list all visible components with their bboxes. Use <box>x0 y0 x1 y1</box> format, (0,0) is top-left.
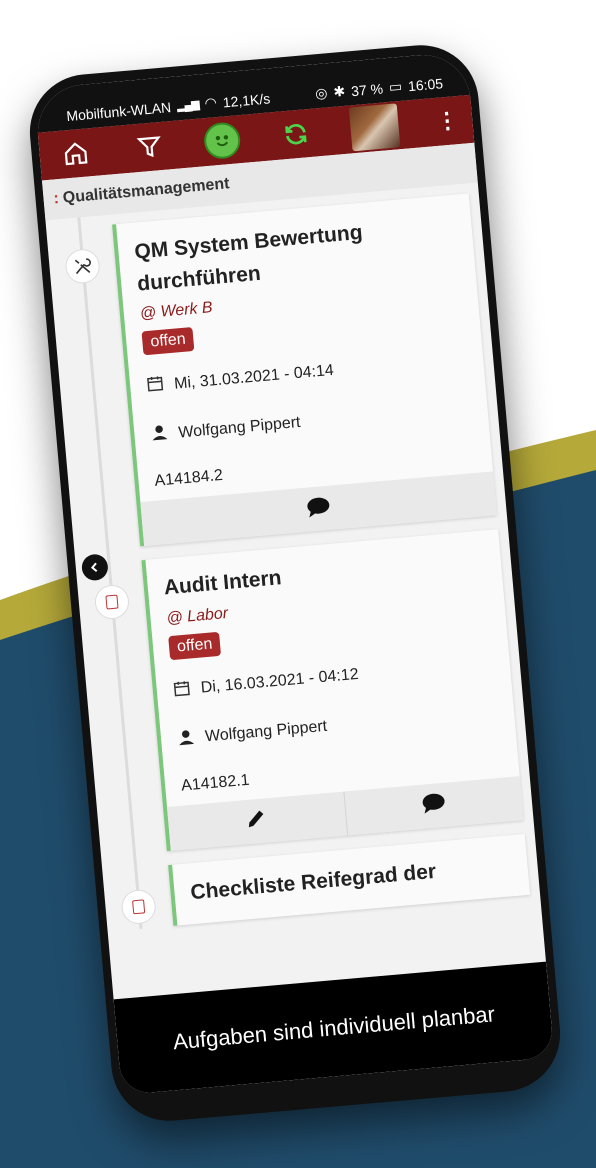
breadcrumb-prefix: : <box>52 190 60 208</box>
battery-label: 37 % <box>350 79 384 99</box>
task-title: Checkliste Reifegrad der <box>189 859 437 904</box>
task-card[interactable]: QM System Bewertung durchführen @ Werk B… <box>112 193 497 547</box>
speed-label: 12,1K/s <box>222 89 271 110</box>
promo-banner: Aufgaben sind individuell planbar <box>113 961 555 1096</box>
app-screen: Mobilfunk-WLAN ▂▄▆ ◠ 12,1K/s ◎ ✱ 37 % ▭ … <box>33 51 555 1096</box>
task-person: Wolfgang Pippert <box>177 413 302 442</box>
task-timeline: QM System Bewertung durchführen @ Werk B… <box>45 183 540 932</box>
task-card[interactable]: Audit Intern @ Labor offen Di, 16.03.202… <box>141 529 524 851</box>
calendar-icon <box>145 374 165 398</box>
person-icon <box>176 727 196 751</box>
more-icon[interactable]: ⋮ <box>435 107 459 134</box>
task-datetime: Di, 16.03.2021 - 04:12 <box>200 665 360 697</box>
clock-label: 16:05 <box>407 74 444 94</box>
banner-text: Aufgaben sind individuell planbar <box>172 1001 496 1055</box>
back-button[interactable] <box>80 553 109 582</box>
avatar[interactable] <box>349 103 401 152</box>
breadcrumb-label: Qualitätsmanagement <box>62 175 231 207</box>
bluetooth-icon: ✱ <box>332 82 346 100</box>
refresh-icon[interactable] <box>276 115 315 154</box>
task-card[interactable]: Checkliste Reifegrad der <box>168 833 531 926</box>
filter-icon[interactable] <box>130 128 169 167</box>
battery-icon: ▭ <box>388 77 403 95</box>
checklist-icon <box>93 583 131 621</box>
phone-frame: Mobilfunk-WLAN ▂▄▆ ◠ 12,1K/s ◎ ✱ 37 % ▭ … <box>25 40 565 1126</box>
comment-icon <box>421 791 447 820</box>
person-icon <box>150 422 170 446</box>
task-datetime: Mi, 31.03.2021 - 04:14 <box>173 361 335 393</box>
task-row: QM System Bewertung durchführen @ Werk B… <box>46 193 497 552</box>
task-person: Wolfgang Pippert <box>204 717 328 746</box>
status-badge: offen <box>141 326 195 356</box>
edit-icon <box>245 806 269 835</box>
signal-icon: ▂▄▆ <box>176 98 200 113</box>
status-badge: offen <box>168 631 222 660</box>
task-row: Audit Intern @ Labor offen Di, 16.03.202… <box>76 529 524 856</box>
comment-icon <box>305 494 331 523</box>
tools-icon <box>64 247 102 285</box>
wifi-icon: ◠ <box>203 94 218 112</box>
home-icon[interactable] <box>56 134 95 173</box>
alarm-icon: ◎ <box>314 84 329 102</box>
checklist-icon <box>120 887 158 925</box>
smiley-icon[interactable] <box>202 121 242 161</box>
carrier-label: Mobilfunk-WLAN <box>65 98 172 124</box>
calendar-icon <box>172 678 192 702</box>
